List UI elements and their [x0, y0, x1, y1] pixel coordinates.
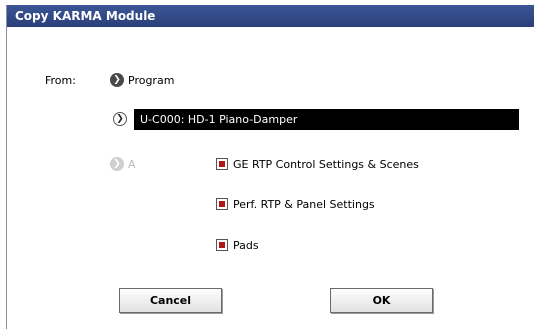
checkbox-perf-rtp[interactable] [216, 198, 228, 210]
option-label: Perf. RTP & Panel Settings [233, 198, 375, 211]
checkbox-ge-rtp[interactable] [216, 158, 228, 170]
chevron-right-icon: ❯ [110, 157, 124, 171]
dialog-title: Copy KARMA Module [7, 5, 534, 27]
chevron-right-icon[interactable]: ❯ [113, 112, 127, 126]
check-mark-icon [219, 161, 225, 167]
ok-button[interactable]: OK [330, 288, 433, 313]
check-mark-icon [219, 242, 225, 248]
from-label: From: [45, 74, 76, 87]
module-value: A [128, 158, 136, 171]
check-mark-icon [219, 201, 225, 207]
option-label: GE RTP Control Settings & Scenes [233, 158, 419, 171]
program-select-field[interactable]: U-C000: HD-1 Piano-Damper [134, 109, 519, 130]
copy-karma-module-dialog: Copy KARMA Module From: ❯ Program ❯ U-C0… [6, 5, 534, 329]
chevron-right-icon[interactable]: ❯ [110, 73, 124, 87]
checkbox-pads[interactable] [216, 239, 228, 251]
cancel-button[interactable]: Cancel [119, 288, 222, 313]
source-value: Program [128, 74, 175, 87]
option-label: Pads [233, 239, 259, 252]
